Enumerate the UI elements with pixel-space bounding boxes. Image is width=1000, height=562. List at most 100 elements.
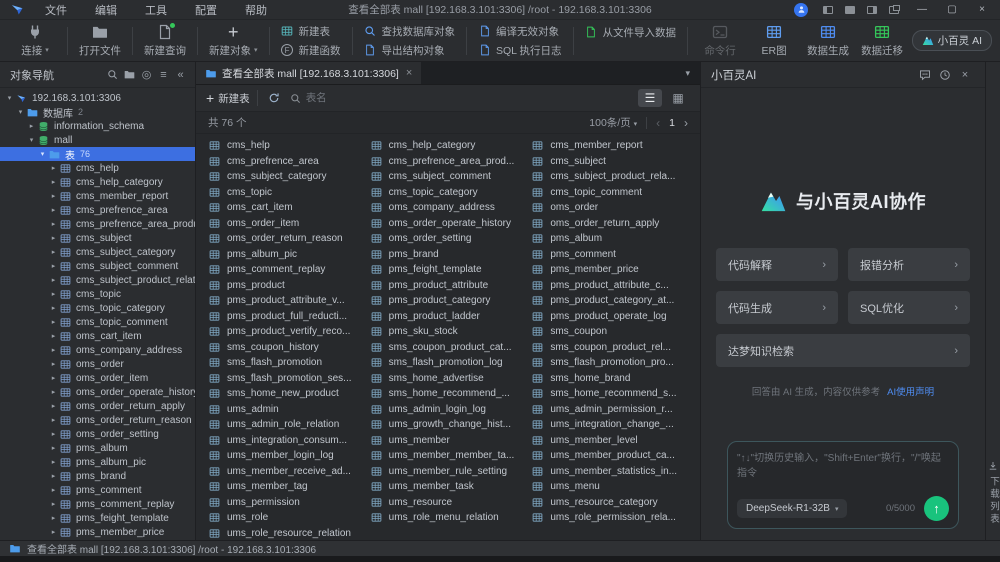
chevron-right-icon[interactable]: ▸ [26, 122, 37, 130]
chevron-right-icon[interactable]: ▸ [48, 234, 59, 242]
table-item[interactable]: ums_resource_category [532, 495, 694, 511]
tree-item-pms_album[interactable]: ▸pms_album [0, 441, 195, 455]
table-item[interactable]: cms_help_category [371, 138, 533, 154]
menu-item-3[interactable]: 配置 [183, 1, 229, 19]
chevron-right-icon[interactable]: ▸ [48, 416, 59, 424]
table-item[interactable]: oms_order_item [209, 216, 371, 232]
chevron-right-icon[interactable]: ▸ [48, 276, 59, 284]
table-item[interactable]: sms_home_brand [532, 371, 694, 387]
tree-item-information_schema[interactable]: ▸information_schema [0, 119, 195, 133]
chevron-right-icon[interactable]: ▸ [48, 528, 59, 536]
tree-item-oms_order[interactable]: ▸oms_order [0, 357, 195, 371]
table-item[interactable]: ums_role_resource_relation [209, 526, 371, 541]
table-item[interactable]: pms_sku_stock [371, 324, 533, 340]
tree-item-cms_subject_product_relation[interactable]: ▸cms_subject_product_relation [0, 273, 195, 287]
tree-item-cms_subject_category[interactable]: ▸cms_subject_category [0, 245, 195, 259]
table-item[interactable]: cms_subject_product_rela... [532, 169, 694, 185]
chevron-right-icon[interactable]: ▸ [48, 388, 59, 396]
tree-item-oms_cart_item[interactable]: ▸oms_cart_item [0, 329, 195, 343]
table-item[interactable]: pms_product [209, 278, 371, 294]
table-item[interactable]: ums_integration_change_... [532, 417, 694, 433]
table-item[interactable]: pms_product_attribute [371, 278, 533, 294]
chevron-right-icon[interactable]: ▸ [48, 402, 59, 410]
chevron-right-icon[interactable]: ▸ [48, 360, 59, 368]
table-item[interactable]: ums_role [209, 510, 371, 526]
table-item[interactable]: pms_comment_replay [209, 262, 371, 278]
tree-item-pms_comment_replay[interactable]: ▸pms_comment_replay [0, 497, 195, 511]
table-item[interactable]: sms_coupon [532, 324, 694, 340]
chevron-right-icon[interactable]: ▸ [48, 248, 59, 256]
tree-item-oms_order_return_apply[interactable]: ▸oms_order_return_apply [0, 399, 195, 413]
table-item[interactable]: oms_order_setting [371, 231, 533, 247]
table-item[interactable]: cms_subject_comment [371, 169, 533, 185]
tree-item-cms_member_report[interactable]: ▸cms_member_report [0, 189, 195, 203]
tree-item-oms_order_operate_history[interactable]: ▸oms_order_operate_history [0, 385, 195, 399]
close-icon[interactable]: × [955, 67, 975, 83]
tree-item-oms_order_item[interactable]: ▸oms_order_item [0, 371, 195, 385]
tree-item-cms_subject[interactable]: ▸cms_subject [0, 231, 195, 245]
chevron-right-icon[interactable]: ▸ [48, 486, 59, 494]
table-item[interactable]: pms_product_vertify_reco... [209, 324, 371, 340]
table-item[interactable]: ums_member_task [371, 479, 533, 495]
filter-icon[interactable]: ◎ [138, 67, 155, 83]
table-item[interactable]: sms_coupon_product_cat... [371, 340, 533, 356]
tree-item-cms_help_category[interactable]: ▸cms_help_category [0, 175, 195, 189]
table-item[interactable]: ums_member_level [532, 433, 694, 449]
chevron-down-icon[interactable]: ▾ [26, 136, 37, 144]
table-item[interactable]: ums_integration_consum... [209, 433, 371, 449]
chevron-right-icon[interactable]: ▸ [48, 374, 59, 382]
layout-right-panel-toggle[interactable] [862, 3, 882, 17]
tree-item-pms_brand[interactable]: ▸pms_brand [0, 469, 195, 483]
table-item[interactable]: sms_home_advertise [371, 371, 533, 387]
tree-item-mall[interactable]: ▾mall [0, 133, 195, 147]
chevron-right-icon[interactable]: ▸ [48, 332, 59, 340]
table-item[interactable]: cms_prefrence_area_prod... [371, 154, 533, 170]
table-item[interactable]: sms_flash_promotion_pro... [532, 355, 694, 371]
chevron-down-icon[interactable]: ▾ [15, 108, 26, 116]
quick-action-0[interactable]: 代码解释› [716, 248, 838, 281]
table-item[interactable]: sms_home_new_product [209, 386, 371, 402]
history-icon[interactable] [935, 67, 955, 83]
table-item[interactable]: sms_coupon_history [209, 340, 371, 356]
table-item[interactable]: sms_flash_promotion_ses... [209, 371, 371, 387]
table-item[interactable]: ums_member_tag [209, 479, 371, 495]
table-item[interactable]: pms_feight_template [371, 262, 533, 278]
quick-action-1[interactable]: 报错分析› [848, 248, 970, 281]
table-item[interactable]: ums_admin_permission_r... [532, 402, 694, 418]
table-item[interactable]: pms_member_price [532, 262, 694, 278]
chevron-right-icon[interactable]: ▸ [48, 514, 59, 522]
table-item[interactable]: cms_member_report [532, 138, 694, 154]
table-item[interactable]: oms_company_address [371, 200, 533, 216]
tree-item-192.168.3.101:3306[interactable]: ▾192.168.3.101:3306 [0, 91, 195, 105]
table-item[interactable]: pms_album [532, 231, 694, 247]
table-item[interactable]: ums_role_menu_relation [371, 510, 533, 526]
table-item[interactable]: ums_member_receive_ad... [209, 464, 371, 480]
collapse-all-icon[interactable]: ≡ [155, 67, 172, 83]
table-item[interactable]: ums_member [371, 433, 533, 449]
quick-action-3[interactable]: SQL优化› [848, 291, 970, 324]
new-table-button[interactable]: + 新建表 [206, 91, 250, 106]
next-page-button[interactable]: › [684, 116, 688, 130]
table-item[interactable]: ums_growth_change_hist... [371, 417, 533, 433]
menu-item-1[interactable]: 编辑 [83, 1, 129, 19]
chevron-right-icon[interactable]: ▸ [48, 458, 59, 466]
menu-item-4[interactable]: 帮助 [233, 1, 279, 19]
list-view-toggle[interactable]: ☰ [638, 89, 662, 107]
table-item[interactable]: ums_permission [209, 495, 371, 511]
table-item[interactable]: cms_prefrence_area [209, 154, 371, 170]
toolbar-compile-button[interactable]: 编译无效对象 [478, 24, 562, 39]
table-item[interactable]: cms_subject_category [209, 169, 371, 185]
table-item[interactable]: cms_topic_category [371, 185, 533, 201]
chevron-right-icon[interactable]: ▸ [48, 304, 59, 312]
tree-item-[interactable]: ▾表76 [0, 147, 195, 161]
toolbar-sql-log-button[interactable]: SQL 执行日志 [478, 43, 562, 58]
toolbar-table-button[interactable]: 新建表 [281, 24, 341, 39]
chevron-right-icon[interactable]: ▸ [48, 444, 59, 452]
layout-restore-toggle[interactable] [884, 3, 904, 17]
chevron-right-icon[interactable]: ▸ [48, 346, 59, 354]
tab-view-all-tables[interactable]: 查看全部表 mall [192.168.3.101:3306] × [196, 62, 421, 84]
table-item[interactable]: ums_member_rule_setting [371, 464, 533, 480]
grid-view-toggle[interactable]: ▦ [666, 89, 690, 107]
tree-item-pms_album_pic[interactable]: ▸pms_album_pic [0, 455, 195, 469]
toolbar-folder-open-button[interactable]: 打开文件 [73, 21, 127, 61]
